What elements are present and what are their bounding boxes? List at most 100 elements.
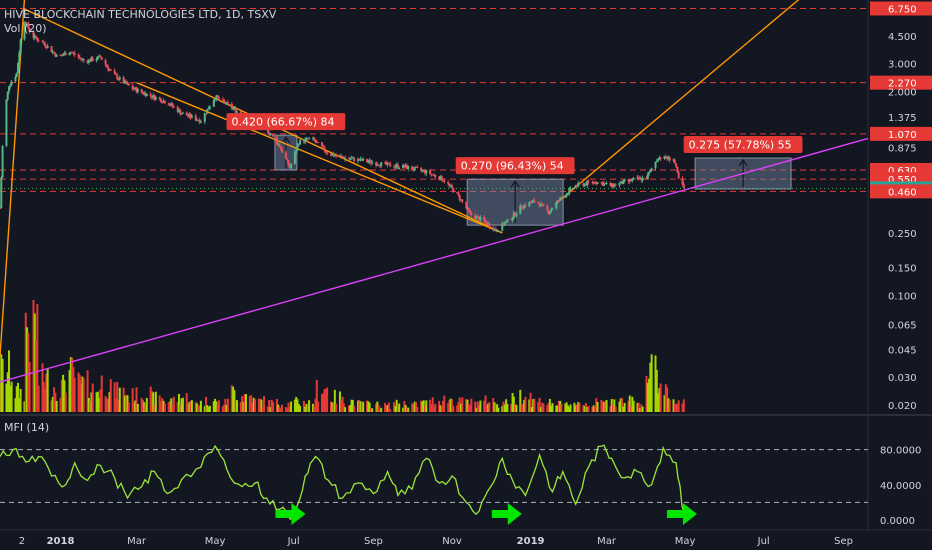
- candle: [440, 175, 443, 182]
- candle: [411, 165, 414, 170]
- candle: [118, 75, 121, 82]
- mfi-axis[interactable]: 80.0000 40.0000 0.0000: [880, 446, 921, 527]
- volume-bar: [281, 404, 284, 412]
- volume-bar: [560, 403, 563, 412]
- candle: [82, 57, 85, 64]
- time-tick-label: Mar: [597, 536, 617, 547]
- candle: [163, 100, 166, 104]
- candle: [317, 141, 320, 144]
- volume-bar: [181, 397, 184, 412]
- candle: [278, 143, 281, 147]
- volume-bar: [497, 407, 500, 412]
- volume-bar: [587, 405, 590, 412]
- volume-bar: [605, 400, 608, 412]
- volume-bar: [596, 401, 599, 412]
- volume-bar: [425, 400, 428, 412]
- time-tick-label: Jul: [757, 536, 770, 547]
- time-tick-label: Sep: [834, 536, 853, 547]
- volume-bar: [91, 383, 94, 412]
- candle: [357, 157, 360, 164]
- candle: [452, 187, 455, 193]
- volume-bar: [118, 387, 121, 412]
- volume-bar: [335, 403, 338, 412]
- volume-bar: [407, 407, 410, 412]
- volume-bar: [37, 385, 40, 412]
- time-tick-label: Jul: [287, 536, 300, 547]
- measure-label: 0.420 (66.67%) 84: [231, 116, 334, 129]
- volume-bar: [208, 405, 211, 412]
- candle: [198, 117, 201, 125]
- level-tag-label: 1.070: [888, 130, 917, 141]
- volume-bar: [542, 403, 545, 412]
- volume-bar: [1, 358, 4, 412]
- mfi-arrows: [275, 503, 697, 525]
- candle: [386, 161, 389, 168]
- price-tick-label: 0.150: [888, 264, 917, 275]
- price-tick-label: 0.020: [888, 401, 917, 412]
- volume-bar: [551, 403, 554, 412]
- candle: [5, 99, 8, 148]
- volume-bar: [524, 396, 527, 412]
- candle: [50, 45, 53, 53]
- volume-bar: [479, 400, 482, 412]
- price-axis[interactable]: 6.7502.2701.0700.6300.5500.4800.4604.500…: [870, 1, 932, 412]
- mfi-tick-label: 80.0000: [880, 446, 921, 457]
- volume-bar: [569, 404, 572, 412]
- volume-bar: [443, 395, 446, 412]
- candle: [100, 57, 103, 60]
- volume-bar: [326, 387, 329, 412]
- candle: [375, 160, 378, 168]
- price-tick-label: 0.045: [888, 346, 917, 357]
- candle: [641, 175, 644, 183]
- candle: [41, 40, 44, 43]
- candle: [494, 226, 497, 232]
- time-tick-label: 2019: [517, 536, 545, 547]
- volume-bar: [317, 401, 320, 412]
- candle: [55, 54, 58, 58]
- candle: [77, 52, 80, 60]
- green-arrow-icon: [491, 503, 522, 525]
- candle: [293, 149, 296, 165]
- volume-bars: [0, 300, 685, 412]
- volume-bar: [235, 400, 238, 412]
- level-tag-label: 0.460: [888, 187, 917, 198]
- candle: [19, 38, 22, 55]
- volume-bar: [226, 398, 229, 412]
- symbol-title: HIVE BLOCKCHAIN TECHNOLOGIES LTD, 1D, TS…: [4, 8, 277, 21]
- volume-bar: [127, 402, 130, 412]
- candle: [335, 152, 338, 159]
- candle: [577, 180, 580, 188]
- volume-bar: [145, 398, 148, 412]
- candle: [308, 136, 311, 140]
- volume-bar: [28, 362, 31, 412]
- volume-bar: [515, 404, 518, 412]
- price-tick-label: 2.000: [888, 87, 917, 98]
- time-axis[interactable]: 2 2018 Mar May Jul Sep Nov 2019 Mar May Jul Sep: [19, 536, 853, 547]
- time-tick-label: 2: [19, 536, 25, 547]
- candle: [206, 108, 209, 114]
- volume-legend: Vol (20): [4, 22, 47, 35]
- volume-bar: [109, 379, 112, 412]
- green-arrow-icon: [275, 503, 306, 525]
- chart-canvas[interactable]: 0.420 (66.67%) 84 0.270 (96.43%) 54 0.275 …: [0, 0, 932, 550]
- volume-bar: [398, 403, 401, 412]
- candle: [344, 155, 347, 162]
- volume-bar: [344, 407, 347, 412]
- volume-bar: [416, 406, 419, 412]
- candle: [64, 50, 67, 56]
- volume-bar: [46, 368, 49, 412]
- candle: [389, 161, 392, 167]
- candle: [109, 68, 112, 72]
- volume-bar: [488, 402, 491, 412]
- volume-bar: [632, 400, 635, 412]
- candle: [668, 156, 671, 163]
- volume-bar: [389, 409, 392, 412]
- candle: [272, 134, 275, 138]
- candle: [458, 194, 461, 203]
- candle: [416, 165, 419, 169]
- volume-bar: [199, 400, 202, 412]
- candle: [425, 169, 428, 176]
- volume-bar: [578, 403, 581, 412]
- time-tick-label: Nov: [442, 536, 462, 547]
- candle: [461, 198, 464, 204]
